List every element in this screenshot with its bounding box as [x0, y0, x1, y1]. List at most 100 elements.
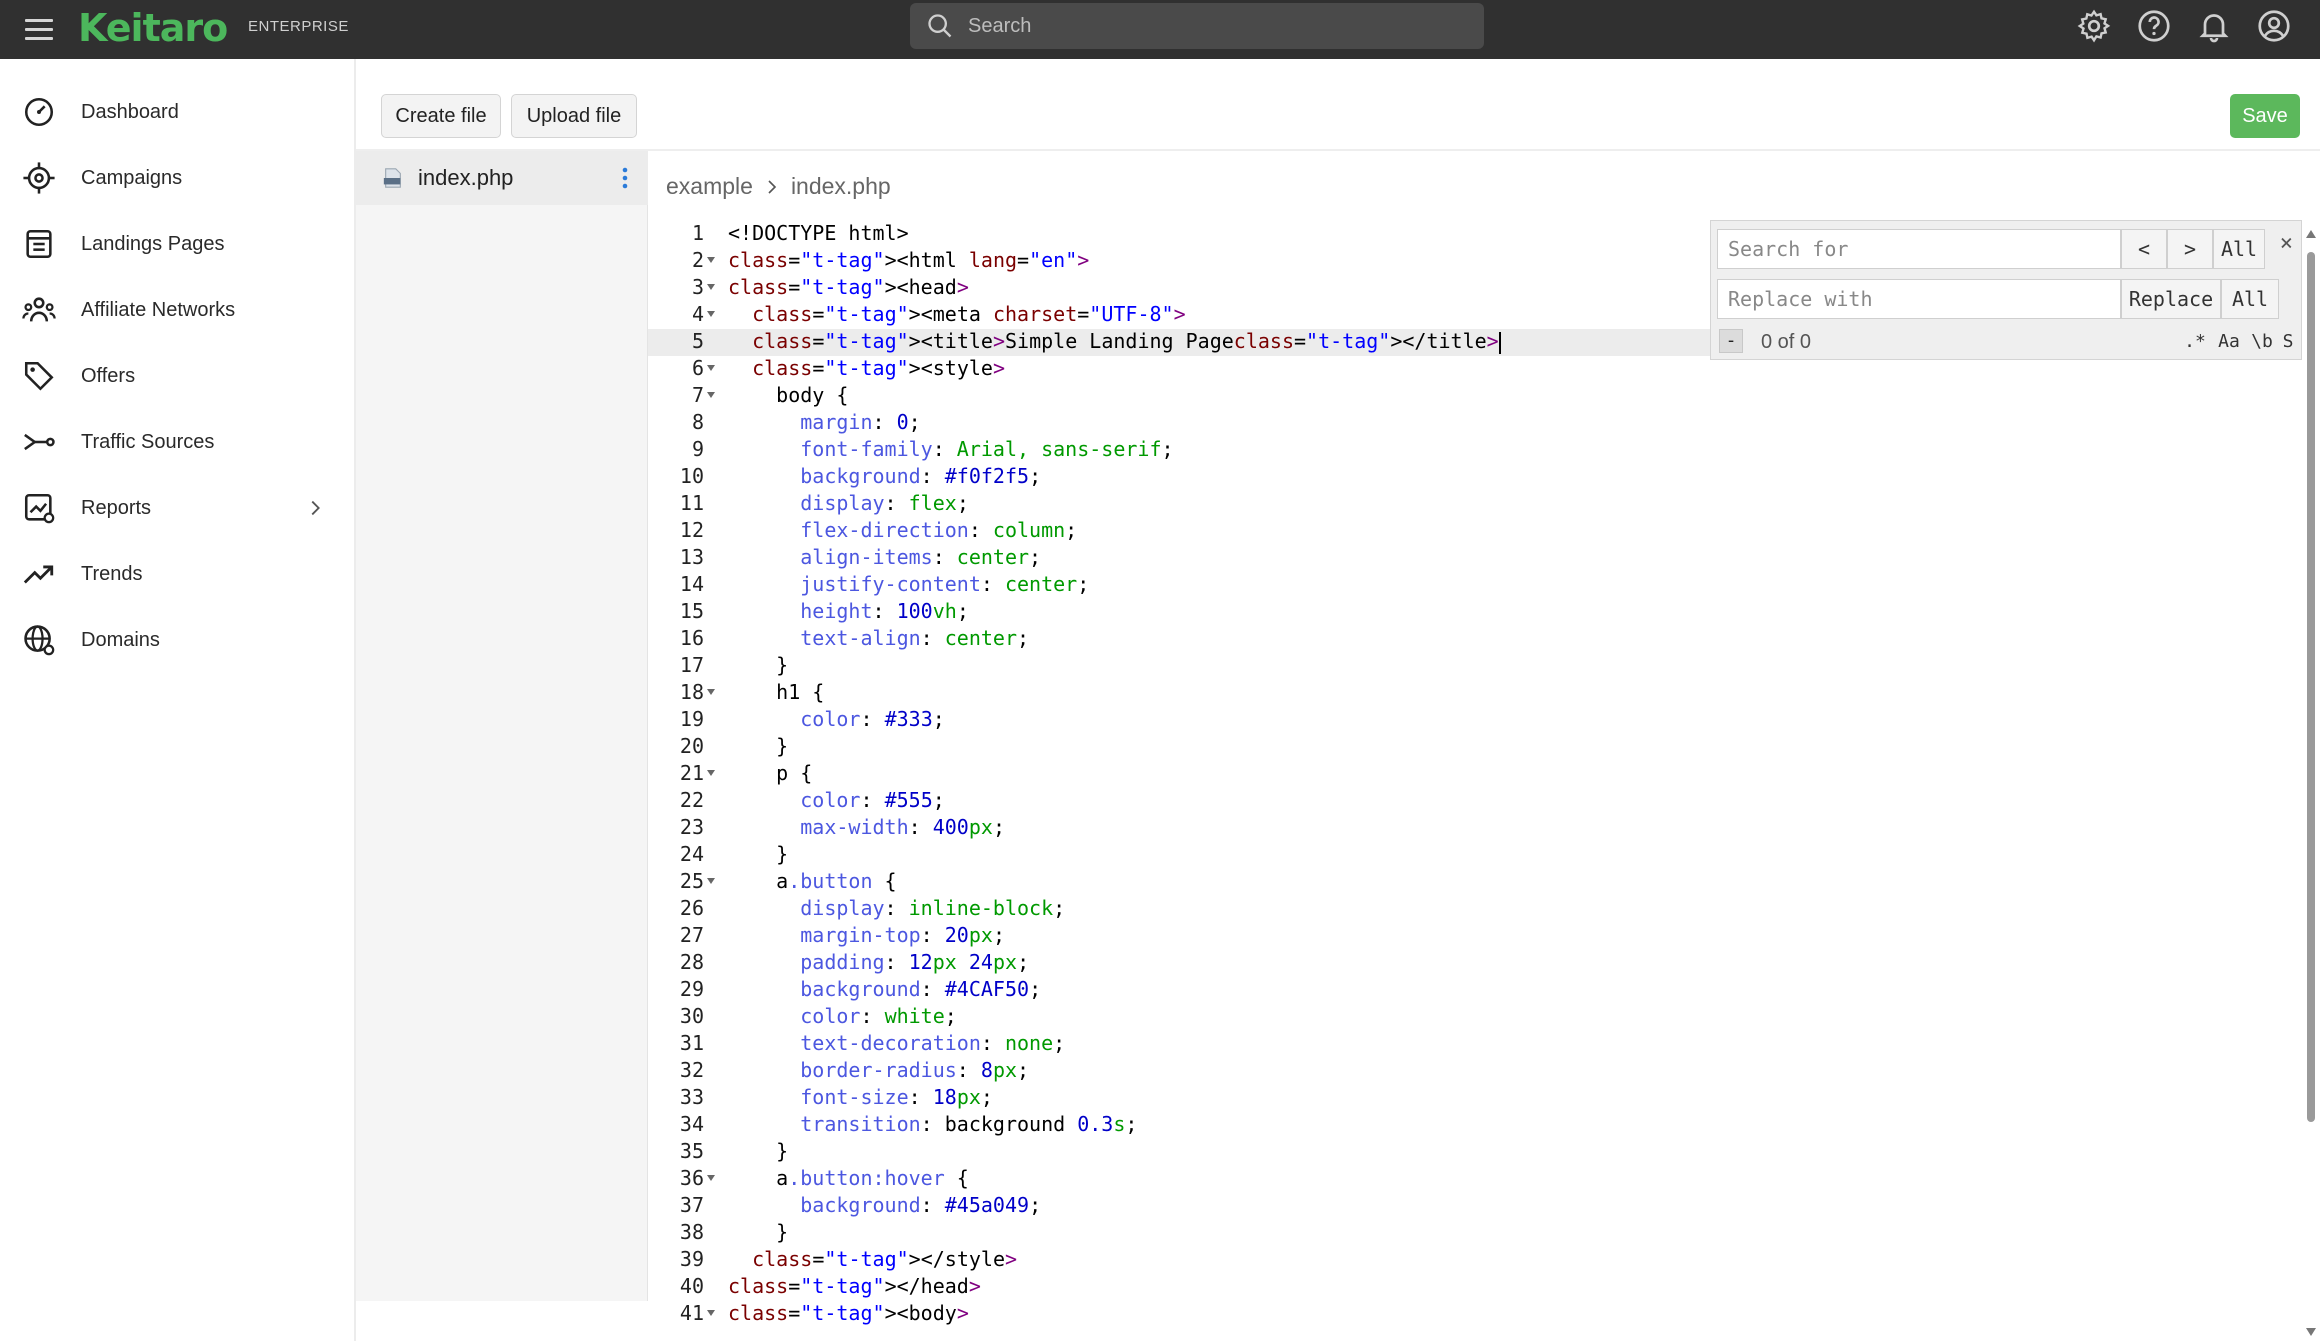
breadcrumb-folder[interactable]: example: [666, 173, 753, 200]
code-line[interactable]: 18 h1 {: [648, 680, 2298, 707]
code-line[interactable]: 16 text-align: center;: [648, 626, 2298, 653]
code-line[interactable]: 26 display: inline-block;: [648, 896, 2298, 923]
replace-button[interactable]: Replace: [2121, 279, 2221, 319]
global-search-input[interactable]: Search: [910, 3, 1484, 49]
code-line[interactable]: 14 justify-content: center;: [648, 572, 2298, 599]
chevron-right-icon[interactable]: [304, 497, 326, 519]
close-icon[interactable]: ×: [2280, 231, 2293, 256]
code-line[interactable]: 41 class="t-tag"><body>: [648, 1301, 2298, 1328]
sidebar-item-traffic-sources[interactable]: Traffic Sources: [0, 414, 354, 470]
code-text: justify-content: center;: [800, 572, 1090, 596]
code-line[interactable]: 34 transition: background 0.3s;: [648, 1112, 2298, 1139]
code-line[interactable]: 40 class="t-tag"></head>: [648, 1274, 2298, 1301]
code-line[interactable]: 30 color: white;: [648, 1004, 2298, 1031]
scroll-thumb[interactable]: [2307, 252, 2315, 1122]
code-line[interactable]: 23 max-width: 400px;: [648, 815, 2298, 842]
replace-all-button[interactable]: All: [2221, 279, 2279, 319]
code-line[interactable]: 7 body {: [648, 383, 2298, 410]
code-line[interactable]: 37 background: #45a049;: [648, 1193, 2298, 1220]
line-number: 4: [691, 302, 704, 326]
code-line[interactable]: 35 }: [648, 1139, 2298, 1166]
hamburger-menu-icon[interactable]: [22, 13, 56, 47]
fold-arrow-icon[interactable]: [707, 311, 715, 317]
line-number: 28: [679, 950, 704, 974]
whole-word-toggle[interactable]: \b: [2247, 327, 2277, 355]
file-item[interactable]: index.php: [356, 151, 648, 205]
code-text: color: #333;: [800, 707, 945, 731]
code-line[interactable]: 9 font-family: Arial, sans-serif;: [648, 437, 2298, 464]
code-line[interactable]: 6 class="t-tag"><style>: [648, 356, 2298, 383]
sidebar-item-offers[interactable]: Offers: [0, 348, 354, 404]
fold-arrow-icon[interactable]: [707, 392, 715, 398]
code-line[interactable]: 38 }: [648, 1220, 2298, 1247]
replace-input[interactable]: Replace with: [1717, 279, 2121, 319]
code-text: font-family: Arial, sans-serif;: [800, 437, 1174, 461]
sidebar-item-dashboard[interactable]: Dashboard: [0, 84, 354, 140]
sidebar-item-trends[interactable]: Trends: [0, 546, 354, 602]
code-editor[interactable]: 1 <!DOCTYPE html> 2 class="t-tag"><html lan…: [648, 221, 2320, 1341]
line-number: 6: [691, 356, 704, 380]
code-line[interactable]: 36 a.button:hover {: [648, 1166, 2298, 1193]
code-line[interactable]: 27 margin-top: 20px;: [648, 923, 2298, 950]
code-line[interactable]: 25 a.button {: [648, 869, 2298, 896]
case-sensitive-toggle[interactable]: Aa: [2213, 327, 2245, 355]
create-file-button[interactable]: Create file: [381, 94, 501, 138]
collapse-replace-button[interactable]: -: [1719, 329, 1743, 353]
code-text: body {: [728, 383, 849, 407]
code-line[interactable]: 32 border-radius: 8px;: [648, 1058, 2298, 1085]
sidebar-item-affiliate-networks[interactable]: Affiliate Networks: [0, 282, 354, 338]
regex-toggle[interactable]: .*: [2179, 327, 2211, 355]
code-line[interactable]: 15 height: 100vh;: [648, 599, 2298, 626]
code-line[interactable]: 28 padding: 12px 24px;: [648, 950, 2298, 977]
sidebar-item-reports[interactable]: Reports: [0, 480, 354, 536]
find-next-button[interactable]: >: [2167, 229, 2213, 269]
dashboard-icon: [24, 97, 54, 127]
code-line[interactable]: 33 font-size: 18px;: [648, 1085, 2298, 1112]
save-button[interactable]: Save: [2230, 94, 2300, 138]
code-text: p {: [728, 761, 813, 785]
code-line[interactable]: 13 align-items: center;: [648, 545, 2298, 572]
fold-arrow-icon[interactable]: [707, 770, 715, 776]
code-line[interactable]: 11 display: flex;: [648, 491, 2298, 518]
code-line[interactable]: 10 background: #f0f2f5;: [648, 464, 2298, 491]
sidebar-item-campaigns[interactable]: Campaigns: [0, 150, 354, 206]
code-line[interactable]: 39 class="t-tag"></style>: [648, 1247, 2298, 1274]
help-icon[interactable]: [2136, 8, 2172, 44]
fold-arrow-icon[interactable]: [707, 1310, 715, 1316]
sidebar-item-domains[interactable]: Domains: [0, 612, 354, 668]
fold-arrow-icon[interactable]: [707, 365, 715, 371]
fold-arrow-icon[interactable]: [707, 284, 715, 290]
code-text: padding: 12px 24px;: [800, 950, 1030, 974]
scroll-down-arrow[interactable]: [2306, 1328, 2316, 1336]
code-text: text-decoration: none;: [800, 1031, 1066, 1055]
line-number: 21: [679, 761, 704, 785]
fold-arrow-icon[interactable]: [707, 689, 715, 695]
code-line[interactable]: 29 background: #4CAF50;: [648, 977, 2298, 1004]
fold-arrow-icon[interactable]: [707, 878, 715, 884]
find-all-button[interactable]: All: [2213, 229, 2265, 269]
code-line[interactable]: 24 }: [648, 842, 2298, 869]
code-line[interactable]: 21 p {: [648, 761, 2298, 788]
upload-file-button[interactable]: Upload file: [511, 94, 637, 138]
code-line[interactable]: 22 color: #555;: [648, 788, 2298, 815]
find-prev-button[interactable]: <: [2121, 229, 2167, 269]
sidebar-item-landing-pages[interactable]: Landings Pages: [0, 216, 354, 272]
code-line[interactable]: 20 }: [648, 734, 2298, 761]
account-icon[interactable]: [2256, 8, 2292, 44]
line-number: 29: [679, 977, 704, 1001]
code-line[interactable]: 31 text-decoration: none;: [648, 1031, 2298, 1058]
more-vert-icon[interactable]: [620, 165, 630, 191]
fold-arrow-icon[interactable]: [707, 1175, 715, 1181]
scroll-up-arrow[interactable]: [2306, 230, 2316, 238]
code-line[interactable]: 8 margin: 0;: [648, 410, 2298, 437]
app-logo[interactable]: Keitaro: [78, 6, 228, 50]
find-input[interactable]: Search for: [1717, 229, 2121, 269]
gear-icon[interactable]: [2076, 8, 2112, 44]
search-in-selection-toggle[interactable]: S: [2277, 327, 2299, 355]
code-line[interactable]: 19 color: #333;: [648, 707, 2298, 734]
code-line[interactable]: 17 }: [648, 653, 2298, 680]
editor-scrollbar[interactable]: [2304, 230, 2318, 1336]
fold-arrow-icon[interactable]: [707, 257, 715, 263]
bell-icon[interactable]: [2196, 8, 2232, 44]
code-line[interactable]: 12 flex-direction: column;: [648, 518, 2298, 545]
